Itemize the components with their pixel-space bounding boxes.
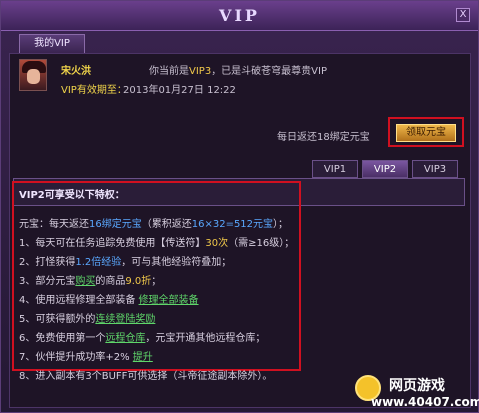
vip-level: VIP3 <box>189 66 212 77</box>
buy-link[interactable]: 购买 <box>75 276 95 287</box>
privilege-title: VIP2可享受以下特权： <box>19 190 125 201</box>
privilege-line: 4、使用远程修理全部装备 修理全部装备 <box>19 295 199 306</box>
tab-my-vip[interactable]: 我的VIP <box>19 34 85 53</box>
player-name: 宋火洪 <box>61 66 91 77</box>
vip-status: 你当前是VIP3，已是斗破苍穹最尊贵VIP <box>149 62 327 77</box>
repair-all-link[interactable]: 修理全部装备 <box>139 295 199 306</box>
privilege-line: 元宝：每天返还16绑定元宝（累积返还16×32=512元宝）； <box>19 219 289 230</box>
expire-label: VIP有效期至： <box>61 85 127 96</box>
tab-vip1[interactable]: VIP1 <box>312 160 358 178</box>
watermark-cn: 网页游戏 <box>389 378 445 394</box>
privilege-line: 8、进入副本有3个BUFF可供选择（斗帝征途副本除外）。 <box>19 371 273 382</box>
claim-button[interactable]: 领取元宝 <box>396 124 456 142</box>
daily-return-text: 每日返还18绑定元宝 <box>277 132 370 143</box>
window-title: VIP <box>219 6 260 25</box>
privilege-line: 7、伙伴提升成功率+2% 提升 <box>19 352 153 363</box>
login-reward-link[interactable]: 连续登陆奖励 <box>95 314 155 325</box>
claim-highlight-frame: 领取元宝 <box>388 117 464 147</box>
title-bar: VIP X <box>1 1 478 31</box>
tab-vip3[interactable]: VIP3 <box>412 160 458 178</box>
expire-value: 2013年01月27日 12:22 <box>123 85 236 96</box>
tab-vip2[interactable]: VIP2 <box>362 160 408 178</box>
avatar-face-icon <box>27 69 40 84</box>
close-icon[interactable]: X <box>456 8 470 22</box>
watermark-logo: 网页游戏 www.40407.com <box>351 373 479 409</box>
vip-prefix: 你当前是 <box>149 66 189 77</box>
vip-window: VIP X 我的VIP 宋火洪 你当前是VIP3，已是斗破苍穹最尊贵VIP VI… <box>0 0 479 413</box>
privilege-line: 1、每天可在任务追踪免费使用【传送符】30次（需≥16级）； <box>19 238 295 249</box>
remote-warehouse-link[interactable]: 远程仓库 <box>105 333 145 344</box>
privilege-line: 6、免费使用第一个远程仓库，元宝开通其他远程仓库； <box>19 333 266 344</box>
vip-suffix: ，已是斗破苍穹最尊贵VIP <box>211 66 328 77</box>
privilege-line: 3、部分元宝购买的商品9.0折； <box>19 276 162 287</box>
watermark-url: www.40407.com <box>371 395 479 409</box>
avatar <box>19 59 47 91</box>
privilege-line: 5、可获得额外的连续登陆奖励 <box>19 314 156 325</box>
privilege-line: 2、打怪获得1.2倍经验，可与其他经验符叠加； <box>19 257 232 268</box>
upgrade-link[interactable]: 提升 <box>133 352 153 363</box>
